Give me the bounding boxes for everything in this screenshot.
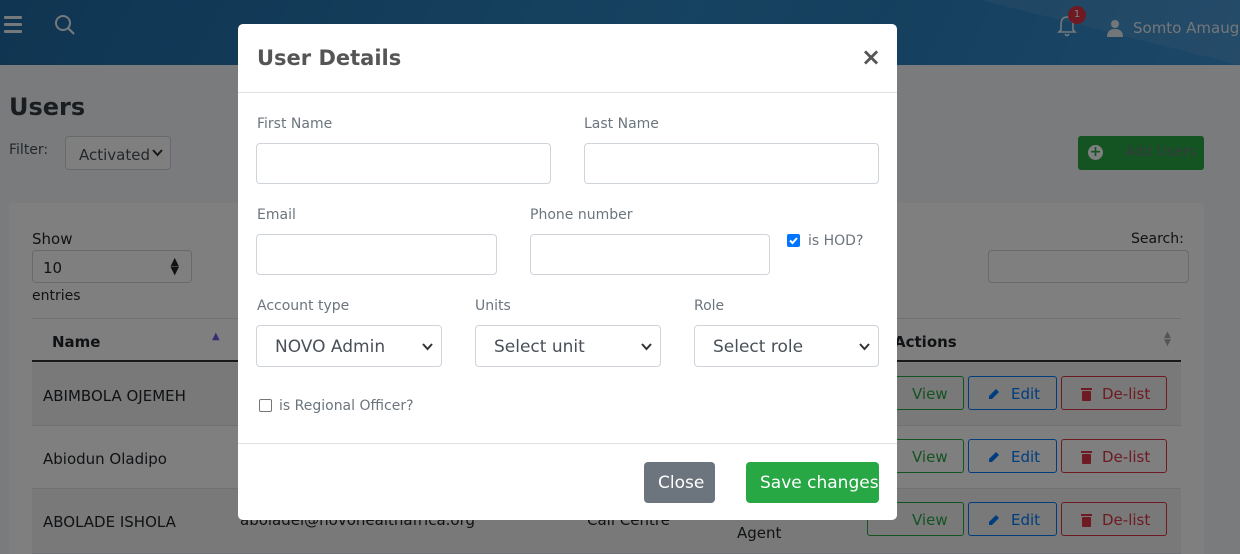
regional-officer-label: is Regional Officer?: [279, 398, 414, 414]
close-icon[interactable]: ×: [861, 43, 881, 71]
user-details-modal: User Details × First Name Last Name Emai…: [238, 24, 897, 520]
modal-footer: Close Save changes: [238, 443, 897, 520]
units-label: Units: [475, 298, 511, 314]
last-name-label: Last Name: [584, 116, 659, 132]
save-changes-label: Save changes: [760, 473, 879, 493]
email-input[interactable]: [256, 234, 497, 275]
units-select[interactable]: Select unit: [475, 325, 661, 367]
account-type-value: NOVO Admin: [275, 337, 386, 357]
phone-input[interactable]: [530, 234, 770, 275]
chevron-down-icon: [422, 343, 433, 351]
role-value: Select role: [713, 337, 804, 357]
chevron-down-icon: [641, 343, 652, 351]
is-hod-label: is HOD?: [808, 233, 864, 249]
first-name-label: First Name: [257, 116, 333, 132]
account-type-select[interactable]: NOVO Admin: [256, 325, 442, 367]
last-name-input[interactable]: [584, 143, 879, 184]
chevron-down-icon: [859, 343, 870, 351]
close-button-label: Close: [658, 473, 705, 493]
account-type-label: Account type: [257, 298, 350, 314]
first-name-input[interactable]: [256, 143, 551, 184]
role-select[interactable]: Select role: [694, 325, 879, 367]
units-value: Select unit: [494, 337, 585, 357]
regional-officer-checkbox[interactable]: [259, 399, 272, 412]
save-changes-button[interactable]: Save changes: [746, 462, 879, 503]
modal-title: User Details: [257, 46, 402, 70]
phone-label: Phone number: [530, 207, 633, 223]
email-label: Email: [257, 207, 296, 223]
modal-header: User Details ×: [238, 24, 897, 93]
role-label: Role: [694, 298, 725, 314]
checkmark-icon: [789, 237, 798, 245]
close-button[interactable]: Close: [644, 462, 715, 503]
is-hod-checkbox[interactable]: [787, 234, 800, 247]
